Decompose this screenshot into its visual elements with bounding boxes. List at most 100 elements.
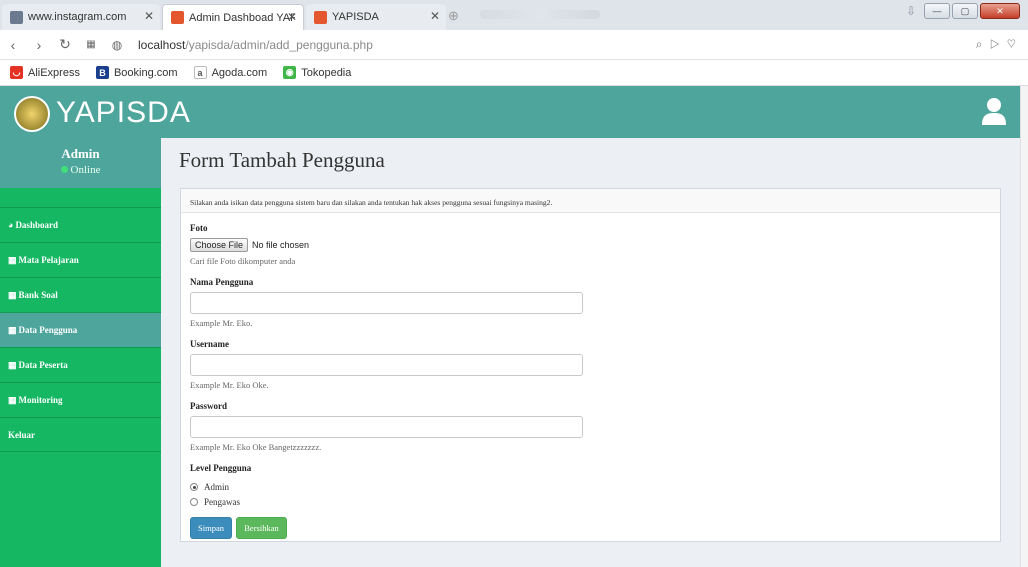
sidebar-item-label: Keluar <box>8 429 35 440</box>
sidebar-item-label: Bank Soal <box>18 290 58 300</box>
bookmarks-bar: ◡ AliExpress B Booking.com a Agoda.com ◉… <box>0 60 1028 86</box>
yapisda-favicon-icon <box>314 10 327 24</box>
nama-help: Example Mr. Eko. <box>190 318 253 328</box>
tab-admin-dashboard[interactable]: Admin Dashboad YAPISDA ✕ <box>162 4 304 30</box>
bookmark-agoda[interactable]: a Agoda.com <box>193 66 268 79</box>
new-tab-icon[interactable]: ⊕ <box>448 8 459 24</box>
sidebar-item-monitoring[interactable]: ▦ Monitoring <box>0 382 161 417</box>
browser-chrome: www.instagram.com ✕ Admin Dashboad YAPIS… <box>0 0 1028 86</box>
radio-admin[interactable]: Admin <box>190 482 1000 492</box>
bookmark-label: Agoda.com <box>211 66 268 79</box>
blurred-tab <box>480 10 600 19</box>
scrollbar[interactable] <box>1020 86 1028 567</box>
choose-file-button[interactable]: Choose File <box>190 238 249 252</box>
bookmark-label: AliExpress <box>28 66 80 79</box>
user-panel: Admin Online <box>0 138 161 188</box>
page-title: Form Tambah Pengguna <box>179 148 385 172</box>
level-label: Level Pengguna <box>190 463 252 473</box>
aliexpress-icon: ◡ <box>10 66 23 79</box>
download-icon[interactable]: ⇩ <box>906 4 916 18</box>
username-group: Username Example Mr. Eko Oke. <box>190 339 1000 390</box>
foto-label: Foto <box>190 223 208 233</box>
bookmark-booking[interactable]: B Booking.com <box>95 66 178 79</box>
grid-icon[interactable]: ▦ <box>78 39 104 50</box>
info-text: Silakan anda isikan data pengguna sistem… <box>181 189 1000 213</box>
foto-group: Foto Choose File No file chosen Cari fil… <box>190 223 1000 266</box>
table-icon: ▦ <box>8 289 17 300</box>
reload-icon[interactable]: ↻ <box>52 36 78 53</box>
bookmark-label: Tokopedia <box>301 66 352 79</box>
dashboard-icon: ◕ <box>8 220 14 230</box>
page-icon <box>10 10 23 24</box>
sidebar-item-data-peserta[interactable]: ▦ Data Peserta <box>0 347 161 382</box>
url-path: /yapisda/admin/add_pengguna.php <box>185 37 373 52</box>
username-input[interactable] <box>190 354 583 376</box>
online-dot-icon <box>60 166 68 173</box>
user-status: Online <box>0 164 161 176</box>
tab-title: Admin Dashboad YAPISDA <box>189 11 295 24</box>
tab-yapisda[interactable]: YAPISDA ✕ <box>306 4 446 30</box>
url-field[interactable]: localhost/yapisda/admin/add_pengguna.php <box>138 38 373 52</box>
app-header: YAPISDA <box>0 86 1020 138</box>
sidebar-item-data-pengguna[interactable]: ▦ Data Pengguna <box>0 312 161 347</box>
nama-label: Nama Pengguna <box>190 277 254 287</box>
sidebar-item-dashboard[interactable]: ◕ Dashboard <box>0 207 161 242</box>
brand-title[interactable]: YAPISDA <box>56 96 191 130</box>
sidebar-item-label: Data Peserta <box>18 360 68 370</box>
save-button[interactable]: Simpan <box>190 517 232 539</box>
close-tab-icon[interactable]: ✕ <box>287 10 297 24</box>
window-controls: ⇩ — ▢ ✕ <box>906 3 1020 19</box>
radio-unchecked-icon[interactable] <box>190 498 198 506</box>
file-status: No file chosen <box>252 240 310 250</box>
tab-bar: www.instagram.com ✕ Admin Dashboad YAPIS… <box>0 0 1028 30</box>
sidebar-item-label: Monitoring <box>18 395 63 405</box>
nama-input[interactable] <box>190 292 583 314</box>
back-icon[interactable]: ‹ <box>0 37 26 53</box>
table-icon: ▦ <box>8 324 17 335</box>
radio-pengawas[interactable]: Pengawas <box>190 497 1000 507</box>
maximize-button[interactable]: ▢ <box>952 3 978 19</box>
username-help: Example Mr. Eko Oke. <box>190 380 269 390</box>
radio-label: Admin <box>204 482 230 492</box>
bookmark-tokopedia[interactable]: ◉ Tokopedia <box>283 66 351 79</box>
tab-instagram[interactable]: www.instagram.com ✕ <box>2 4 160 30</box>
sidebar-item-label: Data Pengguna <box>18 325 78 335</box>
minimize-button[interactable]: — <box>924 3 950 19</box>
bookmark-aliexpress[interactable]: ◡ AliExpress <box>10 66 80 79</box>
table-icon: ▦ <box>8 254 17 265</box>
clear-button[interactable]: Bersihkan <box>236 517 287 539</box>
yapisda-logo <box>14 96 50 132</box>
globe-icon: ◍ <box>111 37 123 52</box>
address-actions[interactable]: ⌕ ▷ ♡ <box>976 37 1018 52</box>
sidebar-item-label: Mata Pelajaran <box>18 255 79 265</box>
user-icon[interactable] <box>982 97 1006 125</box>
sidebar-item-label: Dashboard <box>15 220 58 230</box>
forward-icon[interactable]: › <box>26 37 52 53</box>
add-user-form: Foto Choose File No file chosen Cari fil… <box>181 213 1000 539</box>
sidebar-menu: ◕ Dashboard ▦ Mata Pelajaran ▦ Bank Soal ▦ D… <box>0 207 161 452</box>
user-status-label: Online <box>70 164 101 176</box>
table-icon: ▦ <box>8 394 17 405</box>
level-group: Level Pengguna Admin Pengawas <box>190 463 1000 507</box>
close-tab-icon[interactable]: ✕ <box>144 9 154 23</box>
sidebar-item-mata-pelajaran[interactable]: ▦ Mata Pelajaran <box>0 242 161 277</box>
radio-checked-icon[interactable] <box>190 483 198 491</box>
close-window-button[interactable]: ✕ <box>980 3 1020 19</box>
sidebar-item-bank-soal[interactable]: ▦ Bank Soal <box>0 277 161 312</box>
password-label: Password <box>190 401 228 411</box>
address-bar: ‹ › ↻ ▦ ◍ localhost/yapisda/admin/add_pe… <box>0 30 1028 60</box>
booking-icon: B <box>95 66 109 79</box>
url-host: localhost <box>138 37 186 52</box>
nama-group: Nama Pengguna Example Mr. Eko. <box>190 277 1000 328</box>
close-tab-icon[interactable]: ✕ <box>430 9 440 23</box>
table-icon: ▦ <box>8 359 17 370</box>
sidebar-item-keluar[interactable]: Keluar <box>0 417 161 452</box>
password-input[interactable] <box>190 416 583 438</box>
sidebar: Admin Online ◕ Dashboard ▦ Mata Pelajaran … <box>0 138 161 567</box>
file-input: Choose File No file chosen <box>190 238 1000 252</box>
tokopedia-icon: ◉ <box>283 66 297 79</box>
form-card: Silakan anda isikan data pengguna sistem… <box>180 188 1001 542</box>
yapisda-favicon-icon <box>171 11 184 24</box>
foto-help: Cari file Foto dikomputer anda <box>190 256 296 266</box>
main-content: Form Tambah Pengguna Silakan anda isikan… <box>161 138 1020 567</box>
